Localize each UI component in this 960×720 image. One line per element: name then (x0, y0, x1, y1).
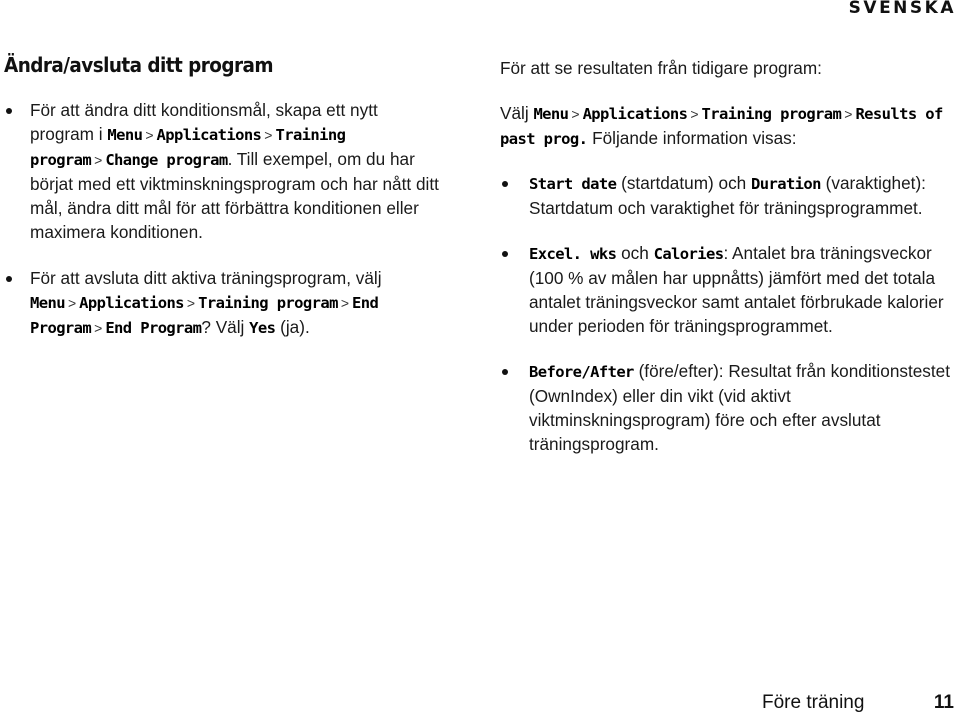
body-text: För att avsluta ditt aktiva träningsprog… (30, 268, 382, 288)
body-text: och (616, 243, 654, 263)
body-text: (ja). (275, 317, 310, 337)
menu-path-training-program: Training program (198, 294, 338, 312)
menu-path-menu: Menu (107, 126, 143, 144)
list-item-start-date: Start date (startdatum) och Duration (va… (500, 171, 950, 220)
path-separator: > (145, 127, 154, 143)
path-separator: > (94, 320, 103, 336)
intro-text: För att se resultaten från tidigare prog… (500, 58, 822, 78)
list-item-change-program: För att ändra ditt konditionsmål, skapa … (4, 98, 444, 244)
menu-path-menu: Menu (533, 105, 569, 123)
footer-section-title: Före träning (762, 692, 865, 713)
option-yes: Yes (249, 319, 276, 337)
page-number: 11 (933, 692, 954, 713)
left-column: Ändra/avsluta ditt program För att ändra… (4, 50, 444, 362)
term-before-after: Before/After (529, 363, 634, 381)
results-info-list: Start date (startdatum) och Duration (va… (500, 171, 950, 456)
term-start-date: Start date (529, 175, 617, 193)
list-item-before-after: Before/After (före/efter): Resultat från… (500, 359, 950, 456)
term-excel-wks: Excel. wks (529, 245, 617, 263)
list-item-end-program: För att avsluta ditt aktiva träningsprog… (4, 266, 444, 340)
menu-path-menu: Menu (30, 294, 66, 312)
language-label: SVENSKA (848, 0, 956, 18)
body-text: ? Välj (201, 317, 250, 337)
menu-path-end-program-confirm: End Program (105, 319, 202, 337)
body-text: Följande information visas: (587, 128, 797, 148)
right-column: För att se resultaten från tidigare prog… (500, 50, 950, 477)
body-text: Välj (500, 103, 534, 123)
path-separator: > (340, 295, 350, 311)
path-separator: > (186, 295, 196, 311)
path-separator: > (571, 106, 580, 122)
path-separator: > (67, 295, 77, 311)
path-separator: > (690, 106, 699, 122)
list-item-excel-wks: Excel. wks och Calories: Antalet bra trä… (500, 241, 950, 338)
results-path: Välj Menu > Applications > Training program >… (500, 101, 950, 151)
term-calories: Calories (653, 245, 724, 263)
menu-path-change-program: Change program (105, 151, 228, 169)
menu-path-applications: Applications (156, 126, 262, 144)
path-separator: > (264, 127, 273, 143)
body-text: (startdatum) och (616, 173, 752, 193)
menu-path-training-program: Training program (701, 105, 842, 123)
section-heading: Ändra/avsluta ditt program (4, 53, 274, 77)
menu-path-applications: Applications (79, 294, 184, 312)
path-separator: > (844, 106, 853, 122)
menu-path-applications: Applications (582, 105, 688, 123)
instruction-list: För att ändra ditt konditionsmål, skapa … (4, 98, 444, 340)
term-duration: Duration (751, 175, 821, 193)
path-separator: > (94, 152, 103, 168)
